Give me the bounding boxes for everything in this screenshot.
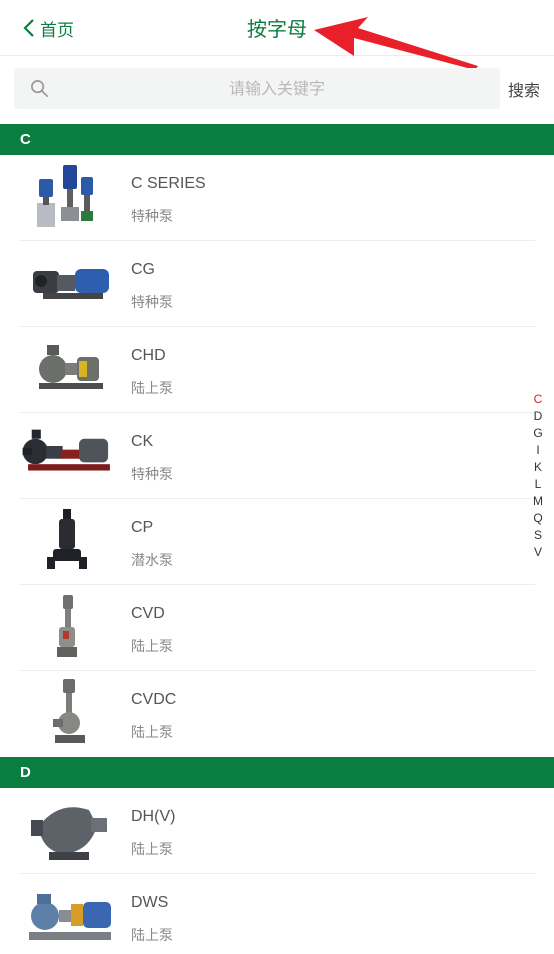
- index-letter-g[interactable]: G: [530, 425, 546, 442]
- item-category: 特种泵: [131, 295, 173, 311]
- section-header-d: D: [0, 757, 554, 788]
- product-image: [19, 249, 119, 319]
- product-image: [19, 679, 119, 749]
- product-image: [19, 335, 119, 405]
- item-name: DH(V): [131, 808, 176, 825]
- item-category: 陆上泵: [131, 842, 173, 858]
- list-item[interactable]: CVDC 陆上泵: [19, 671, 535, 757]
- item-category: 特种泵: [131, 209, 173, 225]
- section-header-c: C: [0, 124, 554, 155]
- index-letter-i[interactable]: I: [530, 442, 546, 459]
- list-item[interactable]: DWS 陆上泵: [19, 874, 535, 954]
- item-name: CVDC: [131, 691, 177, 708]
- item-name: DWS: [131, 894, 169, 911]
- item-name: CP: [131, 519, 154, 536]
- index-letter-m[interactable]: M: [530, 493, 546, 510]
- item-category: 陆上泵: [131, 639, 173, 655]
- alphabet-index: C D G I K L M Q S V: [530, 391, 546, 561]
- item-category: 陆上泵: [131, 928, 173, 944]
- list-item[interactable]: CP 潜水泵: [19, 499, 535, 585]
- search-button[interactable]: 搜索: [508, 77, 540, 101]
- list-item[interactable]: DH(V) 陆上泵: [19, 788, 535, 874]
- index-letter-v[interactable]: V: [530, 544, 546, 561]
- item-name: CVD: [131, 605, 165, 622]
- product-image: [19, 421, 119, 491]
- item-category: 特种泵: [131, 467, 173, 483]
- index-letter-s[interactable]: S: [530, 527, 546, 544]
- list-item[interactable]: CG 特种泵: [19, 241, 535, 327]
- search-box: [14, 68, 500, 109]
- product-image: [19, 507, 119, 577]
- product-image: [19, 163, 119, 233]
- item-category: 陆上泵: [131, 381, 173, 397]
- index-letter-d[interactable]: D: [530, 408, 546, 425]
- item-name: CHD: [131, 347, 166, 364]
- product-list: C C SERIES 特种泵 CG 特种泵 CHD 陆上泵 CK 特种泵 CP …: [0, 124, 554, 954]
- index-letter-q[interactable]: Q: [530, 510, 546, 527]
- index-letter-l[interactable]: L: [530, 476, 546, 493]
- item-name: CK: [131, 433, 154, 450]
- product-image: [19, 593, 119, 663]
- search-input[interactable]: [64, 68, 490, 109]
- item-category: 陆上泵: [131, 725, 173, 741]
- product-image: [19, 882, 119, 952]
- item-category: 潜水泵: [131, 553, 173, 569]
- list-item[interactable]: CVD 陆上泵: [19, 585, 535, 671]
- search-icon: [31, 80, 48, 97]
- index-letter-c[interactable]: C: [530, 391, 546, 408]
- list-item[interactable]: CK 特种泵: [19, 413, 535, 499]
- item-name: CG: [131, 261, 155, 278]
- index-letter-k[interactable]: K: [530, 459, 546, 476]
- list-item[interactable]: C SERIES 特种泵: [19, 155, 535, 241]
- product-image: [19, 796, 119, 866]
- list-item[interactable]: CHD 陆上泵: [19, 327, 535, 413]
- item-name: C SERIES: [131, 175, 206, 192]
